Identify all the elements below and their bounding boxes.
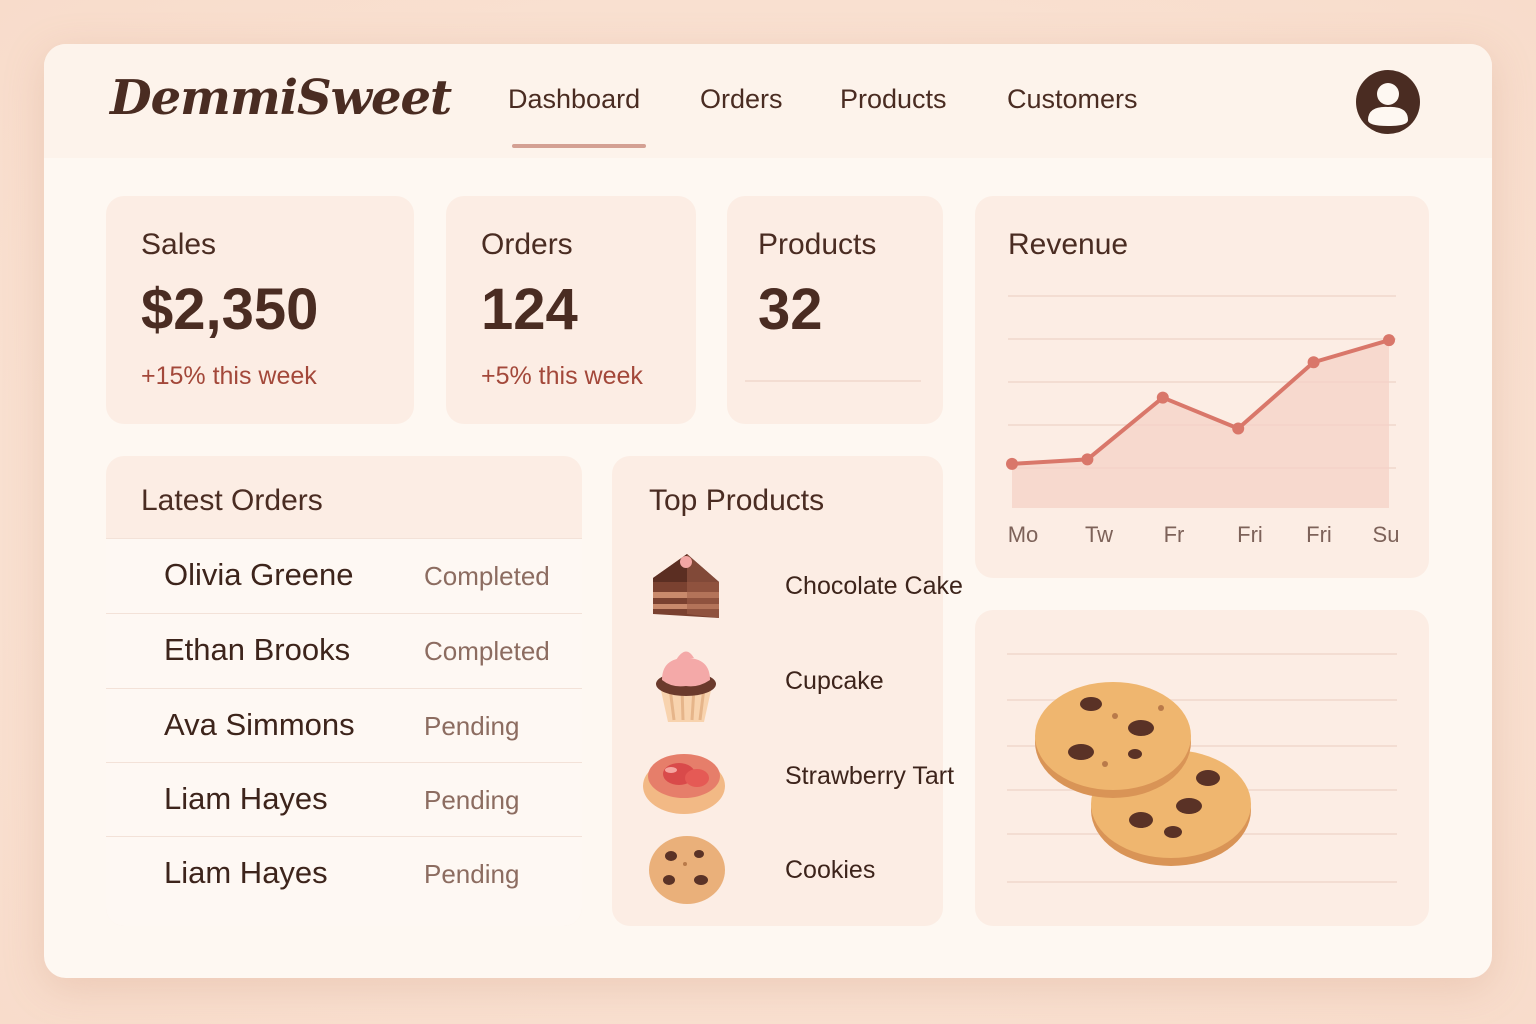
revenue-point (1006, 457, 1018, 470)
orders-stat-card: Orders 124 +5% this week (446, 196, 696, 424)
revenue-point (1081, 453, 1094, 466)
revenue-point (1383, 334, 1395, 347)
stat-change: +15% this week (141, 362, 317, 390)
order-status: Pending (424, 711, 520, 741)
x-tick-label: Su (1373, 522, 1400, 547)
x-tick-label: Mo (1008, 522, 1039, 547)
x-tick-label: Fri (1306, 522, 1332, 547)
cookies-illustration (1007, 653, 1397, 883)
cookies-illustration-card (975, 610, 1429, 926)
product-name[interactable]: Cookies (785, 856, 875, 885)
product-name[interactable]: Cupcake (785, 667, 884, 696)
dashboard-window: DemmiSweet Dashboard Orders Products Cus… (44, 44, 1492, 978)
x-tick-label: Fr (1164, 522, 1185, 547)
revenue-chart-card: Revenue Mo Tw Fr Fri Fri Su (975, 196, 1429, 578)
product-name[interactable]: Strawberry Tart (785, 762, 954, 791)
order-row[interactable]: Liam Hayes Pending (106, 836, 582, 926)
nav-tab-orders[interactable]: Orders (700, 84, 783, 115)
order-row[interactable]: Liam Hayes Pending (106, 762, 582, 837)
sales-stat-card: Sales $2,350 +15% this week (106, 196, 414, 424)
x-tick-label: Tw (1085, 522, 1113, 547)
order-status: Completed (424, 561, 550, 591)
revenue-chart: Mo Tw Fr Fri Fri Su (1006, 295, 1400, 547)
customer-name: Liam Hayes (164, 781, 328, 816)
stat-label: Orders (481, 228, 573, 261)
nav-tab-customers[interactable]: Customers (1007, 84, 1138, 115)
strawberry-tart-icon (643, 754, 725, 814)
nav-tab-dashboard[interactable]: Dashboard (508, 84, 640, 115)
revenue-area (1012, 340, 1389, 508)
products-stat-card: Products 32 (727, 196, 943, 424)
order-row[interactable]: Olivia Greene Completed (106, 538, 582, 613)
customer-name: Ava Simmons (164, 707, 355, 742)
stat-change: +5% this week (481, 362, 643, 390)
order-status: Pending (424, 859, 520, 889)
stat-label: Products (758, 228, 877, 261)
stat-value: $2,350 (141, 277, 319, 342)
revenue-point (1307, 356, 1320, 369)
customer-name: Ethan Brooks (164, 632, 351, 667)
top-navigation-bar: DemmiSweet Dashboard Orders Products Cus… (44, 44, 1492, 158)
stat-value: 124 (481, 277, 578, 342)
x-tick-label: Fri (1237, 522, 1263, 547)
order-row[interactable]: Ava Simmons Pending (106, 688, 582, 763)
latest-orders-title: Latest Orders (141, 484, 323, 517)
app-logo[interactable]: DemmiSweet (110, 70, 452, 126)
stat-value: 32 (758, 277, 823, 342)
revenue-point (1232, 422, 1245, 435)
order-row[interactable]: Ethan Brooks Completed (106, 613, 582, 688)
product-name[interactable]: Chocolate Cake (785, 572, 963, 601)
latest-orders-panel: Latest Orders Olivia Greene Completed Et… (106, 456, 582, 926)
nav-tab-products[interactable]: Products (840, 84, 947, 115)
order-status: Pending (424, 785, 520, 815)
cupcake-icon (656, 651, 716, 722)
stat-label: Sales (141, 228, 217, 261)
front-cookie-icon (1035, 682, 1191, 798)
divider (745, 380, 921, 382)
top-products-title: Top Products (649, 484, 825, 517)
order-status: Completed (424, 636, 550, 666)
customer-name: Olivia Greene (164, 557, 354, 592)
cookie-icon (649, 836, 725, 904)
active-tab-indicator (512, 144, 646, 148)
customer-name: Liam Hayes (164, 855, 328, 890)
chocolate-cake-icon (653, 554, 719, 618)
user-avatar-icon[interactable] (1356, 70, 1420, 134)
revenue-point (1156, 391, 1169, 404)
